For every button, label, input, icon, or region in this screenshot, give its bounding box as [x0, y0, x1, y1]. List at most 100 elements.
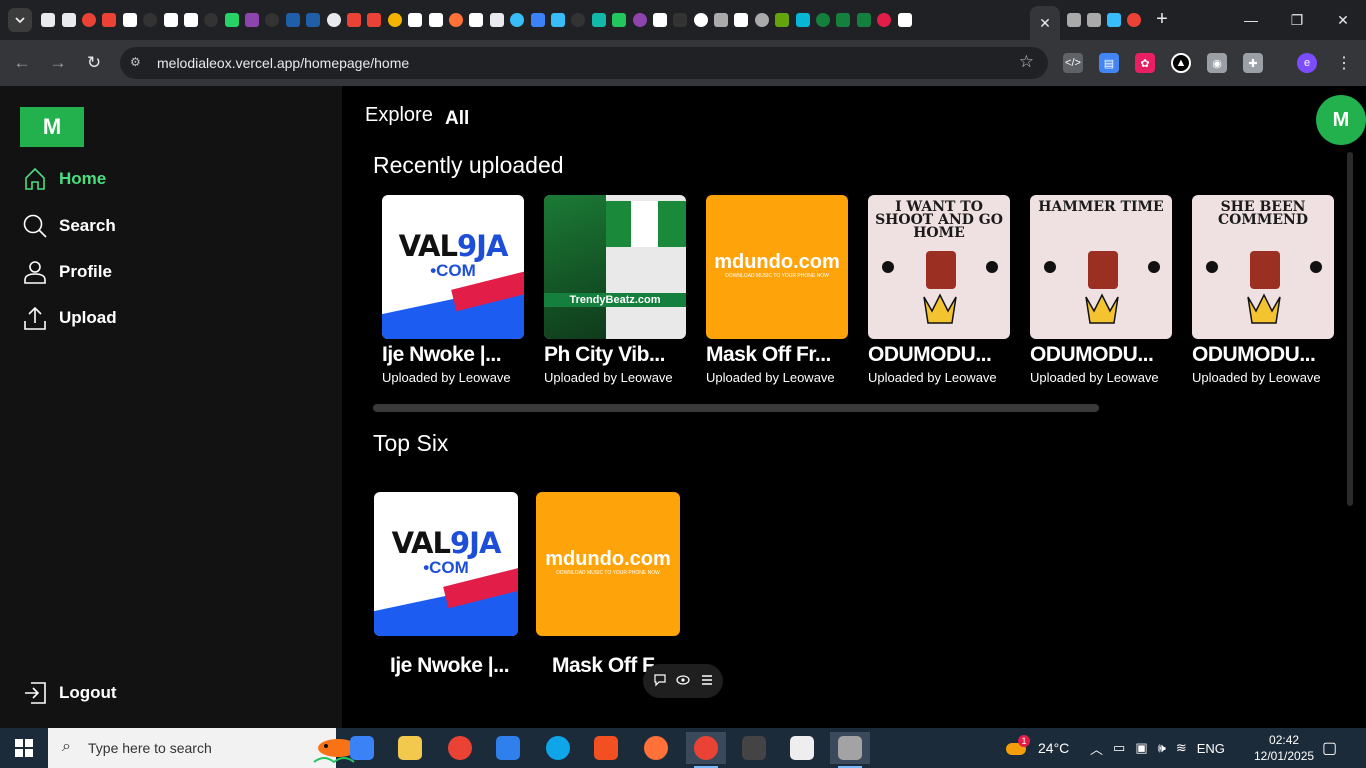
song-card[interactable]: mdundo.com DOWNLOAD MUSIC TO YOUR PHONE N… — [706, 195, 848, 385]
song-card[interactable]: HAMMER TIME ODUMODU... Uploaded by Leowave — [1030, 195, 1172, 385]
tab-favicon[interactable] — [772, 10, 792, 30]
network-icon[interactable]: ≋ — [1176, 740, 1187, 756]
tab-favicon[interactable] — [650, 10, 670, 30]
tab-favicon[interactable] — [283, 10, 303, 30]
back-arrow-icon[interactable]: ← — [10, 51, 34, 75]
tab-favicon[interactable] — [201, 10, 221, 30]
logout-button[interactable]: Logout — [22, 675, 117, 711]
tab-favicon[interactable] — [303, 10, 323, 30]
paint-icon[interactable] — [830, 732, 870, 768]
sidebar-item-search[interactable]: Search — [22, 208, 116, 244]
tab-favicon[interactable] — [589, 10, 609, 30]
camera-extension-icon[interactable]: ◉ — [1207, 53, 1227, 73]
tab-favicon[interactable] — [548, 10, 568, 30]
song-title[interactable]: Mask Off Fr... — [706, 343, 848, 367]
cover-art-mdundo[interactable]: mdundo.com DOWNLOAD MUSIC TO YOUR PHONE N… — [706, 195, 848, 339]
song-card[interactable]: VAL9JA •COM Ije Nwoke |... Uploaded by Leow… — [382, 195, 524, 385]
app-store-icon[interactable] — [342, 732, 382, 764]
taskbar-search-box[interactable]: ⌕ Type here to search — [48, 728, 372, 768]
file-explorer-icon[interactable] — [390, 732, 430, 764]
new-tab-button[interactable]: + — [1150, 8, 1174, 32]
sidebar-item-home[interactable]: Home — [22, 161, 106, 197]
tab-favicon[interactable] — [527, 10, 547, 30]
tab-favicon[interactable] — [813, 10, 833, 30]
song-title[interactable]: Ph City Vib... — [544, 343, 686, 367]
user-avatar[interactable]: M — [1316, 95, 1366, 145]
filter-all[interactable]: All — [445, 108, 469, 130]
tab-favicon[interactable] — [691, 10, 711, 30]
vercel-extension-icon[interactable]: ▲ — [1171, 53, 1191, 73]
edge-icon[interactable] — [538, 732, 578, 764]
code-extension-icon[interactable]: </> — [1063, 53, 1083, 73]
app-logo[interactable]: M — [20, 107, 84, 147]
chrome-icon[interactable] — [440, 732, 480, 764]
vscode-icon[interactable] — [488, 732, 528, 764]
tab-favicon-camera[interactable] — [1064, 10, 1084, 30]
clock[interactable]: 02:42 12/01/2025 — [1254, 728, 1314, 768]
song-card[interactable]: TrendyBeatz.com Ph City Vib... Uploaded by… — [544, 195, 686, 385]
tab-search-chevron-icon[interactable] — [8, 8, 32, 32]
tab-favicon[interactable] — [833, 10, 853, 30]
song-title[interactable]: ODUMODU... — [868, 343, 1010, 367]
song-title[interactable]: Ije Nwoke |... — [390, 654, 520, 678]
song-card[interactable]: mdundo.com DOWNLOAD MUSIC TO YOUR PHONE N… — [536, 492, 680, 678]
sidebar-item-profile[interactable]: Profile — [22, 254, 112, 290]
close-tab-icon[interactable]: ✕ — [1039, 15, 1051, 32]
tab-favicon[interactable] — [670, 10, 690, 30]
tab-favicon[interactable] — [58, 10, 78, 30]
cover-art-mdundo[interactable]: mdundo.com DOWNLOAD MUSIC TO YOUR PHONE N… — [536, 492, 680, 636]
tab-favicon[interactable] — [752, 10, 772, 30]
terminal-icon[interactable] — [734, 732, 774, 764]
chevron-up-icon[interactable]: ︿ — [1090, 739, 1103, 758]
obs-icon[interactable] — [782, 732, 822, 764]
profile-avatar[interactable]: e — [1297, 53, 1317, 73]
sidebar-item-upload[interactable]: Upload — [22, 300, 117, 336]
cover-art-val9ja[interactable]: VAL9JA •COM — [382, 195, 524, 339]
tab-favicon-google[interactable] — [1124, 10, 1144, 30]
cover-art-trendybeatz[interactable]: TrendyBeatz.com — [544, 195, 686, 339]
song-title[interactable]: Ije Nwoke |... — [382, 343, 524, 367]
comment-icon[interactable] — [653, 673, 667, 690]
docs-extension-icon[interactable]: ▤ — [1099, 53, 1119, 73]
vertical-scrollbar[interactable] — [1347, 152, 1353, 506]
tab-favicon-camera[interactable] — [1084, 10, 1104, 30]
song-title[interactable]: ODUMODU... — [1030, 343, 1172, 367]
start-button[interactable] — [0, 728, 48, 768]
forward-arrow-icon[interactable]: → — [46, 51, 70, 75]
song-title[interactable]: ODUMODU... — [1192, 343, 1334, 367]
tab-favicon[interactable] — [894, 10, 914, 30]
tab-favicon[interactable] — [405, 10, 425, 30]
song-card[interactable]: I WANT TO SHOOT AND GO HOME ODUMODU... Upl… — [868, 195, 1010, 385]
horizontal-scrollbar[interactable] — [373, 404, 1099, 412]
tab-favicon[interactable] — [385, 10, 405, 30]
tab-favicon[interactable] — [222, 10, 242, 30]
tab-favicon[interactable] — [181, 10, 201, 30]
chrome-profile-icon[interactable] — [686, 732, 726, 768]
restore-button[interactable]: ❐ — [1274, 0, 1320, 40]
notifications-icon[interactable]: ▢ — [1322, 728, 1337, 768]
ms-store-icon[interactable] — [586, 732, 626, 764]
active-tab[interactable]: ✕ — [1030, 6, 1060, 40]
tab-favicon[interactable] — [629, 10, 649, 30]
tab-favicon[interactable] — [466, 10, 486, 30]
color-picker-extension-icon[interactable]: ✿ — [1135, 53, 1155, 73]
tab-favicon[interactable] — [425, 10, 445, 30]
puzzle-extension-icon[interactable]: ✚ — [1243, 53, 1263, 73]
tab-favicon[interactable] — [711, 10, 731, 30]
tab-favicon[interactable] — [507, 10, 527, 30]
tab-favicon[interactable] — [854, 10, 874, 30]
url-text[interactable]: melodialeox.vercel.app/homepage/home — [157, 55, 409, 71]
tab-favicon[interactable] — [323, 10, 343, 30]
tab-favicon[interactable] — [364, 10, 384, 30]
language-indicator[interactable]: ENG — [1197, 741, 1225, 756]
reload-icon[interactable]: ↻ — [82, 51, 106, 75]
tab-favicon[interactable] — [140, 10, 160, 30]
tab-favicon[interactable] — [568, 10, 588, 30]
weather-widget[interactable]: 1 24°C — [1004, 728, 1069, 768]
tab-favicon[interactable] — [344, 10, 364, 30]
tab-favicon[interactable] — [99, 10, 119, 30]
tab-favicon[interactable] — [731, 10, 751, 30]
tab-favicon[interactable] — [160, 10, 180, 30]
address-bar[interactable]: ⚙ melodialeox.vercel.app/homepage/home ☆ — [120, 47, 1048, 79]
tab-favicon[interactable] — [609, 10, 629, 30]
